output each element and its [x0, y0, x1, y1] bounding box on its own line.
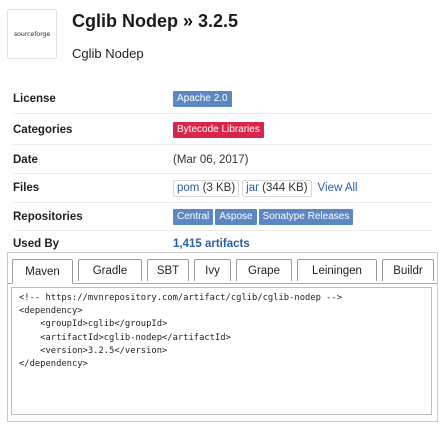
categories-row: Categories Bytecode Libraries [13, 120, 433, 140]
page-title: Cglib Nodep » 3.2.5 [72, 11, 239, 31]
repo-badge-sonatype[interactable]: Sonatype Releases [258, 209, 354, 225]
files-label: Files [13, 182, 40, 194]
divider [13, 202, 433, 203]
repositories-row: Repositories Central Aspose Sonatype Rel… [13, 207, 433, 227]
page-subtitle: Cglib Nodep [72, 46, 144, 61]
tab-maven[interactable]: Maven [12, 259, 73, 284]
categories-label: Categories [13, 124, 73, 136]
date-label: Date [13, 154, 38, 166]
used-by-label: Used By [13, 238, 60, 250]
sourceforge-logo: sourceforge [13, 30, 51, 38]
license-label: License [13, 93, 56, 105]
repositories-label: Repositories [13, 211, 83, 223]
view-all-link[interactable]: View All [318, 182, 358, 194]
tab-buildr[interactable]: Buildr [382, 259, 434, 281]
divider [13, 230, 433, 231]
pom-size: (3 KB) [202, 181, 236, 194]
tab-sbt[interactable]: SBT [147, 259, 189, 281]
divider [13, 113, 433, 114]
license-row: License Apache 2.0 [13, 89, 433, 109]
repo-badge-central[interactable]: Central [173, 209, 214, 225]
release-date: (Mar 06, 2017) [173, 154, 249, 166]
divider [13, 173, 433, 174]
date-row: Date (Mar 06, 2017) [13, 150, 433, 170]
tab-grape[interactable]: Grape [236, 259, 292, 281]
tab-ivy[interactable]: Ivy [194, 259, 231, 281]
tab-bar: Maven Gradle SBT Ivy Grape Leiningen Bui… [8, 253, 437, 284]
dependency-snippet-box[interactable]: <!-- https://mvnrepository.com/artifact/… [11, 287, 432, 415]
build-tool-tabs: Maven Gradle SBT Ivy Grape Leiningen Bui… [7, 252, 438, 422]
jar-label: jar [246, 181, 259, 194]
pom-file-link[interactable]: pom (3 KB) [173, 179, 240, 197]
jar-size: (344 KB) [262, 181, 308, 194]
used-by-link[interactable]: 1,415 artifacts [173, 238, 250, 250]
tab-gradle[interactable]: Gradle [78, 259, 142, 281]
pom-label: pom [177, 181, 200, 194]
project-logo: sourceforge [7, 9, 57, 59]
files-row: Files pom (3 KB) jar (344 KB) View All [13, 178, 433, 198]
dependency-snippet[interactable]: <!-- https://mvnrepository.com/artifact/… [12, 288, 431, 371]
jar-file-link[interactable]: jar (344 KB) [242, 179, 312, 197]
category-badge[interactable]: Bytecode Libraries [173, 122, 264, 138]
license-badge[interactable]: Apache 2.0 [173, 91, 232, 107]
tab-leiningen[interactable]: Leiningen [297, 259, 377, 281]
repo-badge-aspose[interactable]: Aspose [215, 209, 257, 225]
divider [13, 144, 433, 145]
used-by-row: Used By 1,415 artifacts [13, 234, 433, 254]
